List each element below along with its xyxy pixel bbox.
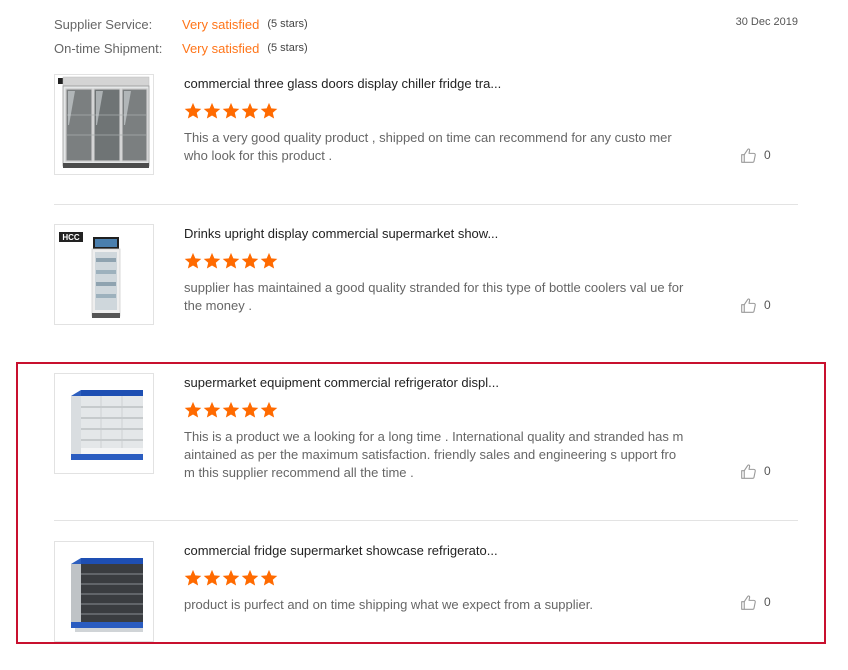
product-title[interactable]: commercial three glass doors display chi… [184,76,684,92]
review-item: HCC Drinks upright display commercial su… [54,224,798,354]
star-icon [260,102,278,119]
thumbs-up-icon [741,463,756,479]
star-icon [241,401,259,418]
like-button[interactable]: 0 [740,296,780,314]
thumbs-up-icon [741,297,756,313]
star-icon [203,102,221,119]
like-button[interactable]: 0 [740,146,780,164]
review-item: commercial three glass doors display chi… [54,74,798,204]
review-text: This is a product we a looking for a lon… [184,429,684,480]
product-title[interactable]: supermarket equipment commercial refrige… [184,375,684,391]
star-icon [184,401,202,418]
star-icon [203,569,221,586]
star-icon [241,569,259,586]
product-title[interactable]: Drinks upright display commercial superm… [184,226,684,242]
star-rating [184,569,684,587]
thumbs-up-icon [741,594,756,610]
star-icon [260,401,278,418]
review-content: commercial three glass doors display chi… [184,76,684,165]
review-item: supermarket equipment commercial refrige… [54,373,798,520]
star-rating [184,252,684,270]
star-rating [184,401,684,419]
on-time-shipment-label: On-time Shipment: [54,40,163,56]
product-thumbnail[interactable] [54,373,154,474]
star-icon [260,569,278,586]
three-door-chiller-image [55,75,153,174]
on-time-shipment-value: Very satisfied [182,40,260,56]
star-icon [241,252,259,269]
review-text: product is purfect and on time shipping … [184,597,593,612]
star-icon [260,252,278,269]
supplier-rating-summary: Supplier Service: Very satisfied (5 star… [54,14,798,62]
like-count: 0 [764,464,771,478]
supplier-service-label: Supplier Service: [54,16,153,32]
star-icon [241,102,259,119]
on-time-shipment-row: On-time Shipment: Very satisfied (5 star… [54,38,308,58]
review-item: commercial fridge supermarket showcase r… [54,541,798,651]
review-divider [54,520,798,521]
star-icon [184,102,202,119]
star-rating [184,102,684,120]
star-icon [222,401,240,418]
upright-display-cooler-image: HCC [55,225,153,324]
review-content: commercial fridge supermarket showcase r… [184,543,684,614]
supplier-service-value: Very satisfied [182,16,260,32]
star-icon [222,102,240,119]
review-date: 30 Dec 2019 [735,16,798,28]
open-showcase-refrigerator-image [55,542,153,641]
review-divider [54,204,798,205]
supplier-service-note: (5 stars) [267,18,308,30]
product-thumbnail[interactable] [54,541,154,642]
review-text: This a very good quality product , shipp… [184,130,672,163]
like-count: 0 [764,298,771,312]
open-multideck-refrigerator-image [55,374,153,473]
thumbs-up-icon [741,147,756,163]
star-icon [222,569,240,586]
star-icon [222,252,240,269]
star-icon [184,569,202,586]
product-title[interactable]: commercial fridge supermarket showcase r… [184,543,684,559]
review-text: supplier has maintained a good quality s… [184,280,684,313]
like-button[interactable]: 0 [740,593,780,611]
like-button[interactable]: 0 [740,462,780,480]
like-count: 0 [764,148,771,162]
like-count: 0 [764,595,771,609]
product-thumbnail[interactable] [54,74,154,175]
review-content: Drinks upright display commercial superm… [184,226,684,315]
review-content: supermarket equipment commercial refrige… [184,375,684,482]
product-thumbnail[interactable]: HCC [54,224,154,325]
logo-text: HCC [62,233,80,242]
star-icon [203,252,221,269]
star-icon [203,401,221,418]
on-time-shipment-note: (5 stars) [267,42,308,54]
supplier-service-row: Supplier Service: Very satisfied (5 star… [54,14,308,34]
star-icon [184,252,202,269]
